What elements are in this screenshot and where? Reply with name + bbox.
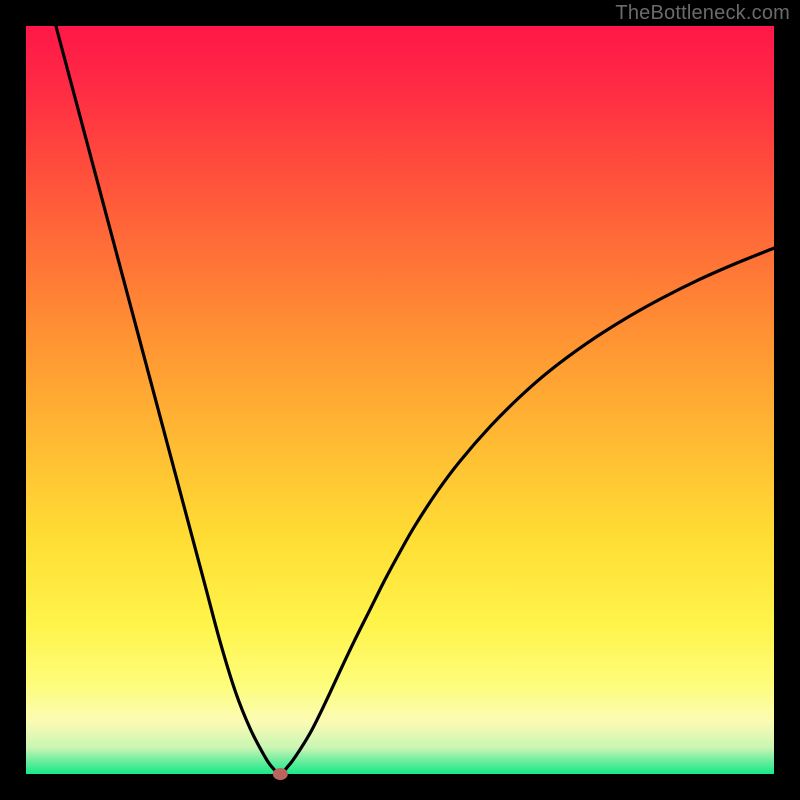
optimum-marker [273, 768, 288, 780]
bottleneck-chart [0, 0, 800, 800]
plot-background [26, 26, 774, 774]
chart-frame: { "watermark": "TheBottleneck.com", "col… [0, 0, 800, 800]
watermark-text: TheBottleneck.com [615, 2, 790, 25]
